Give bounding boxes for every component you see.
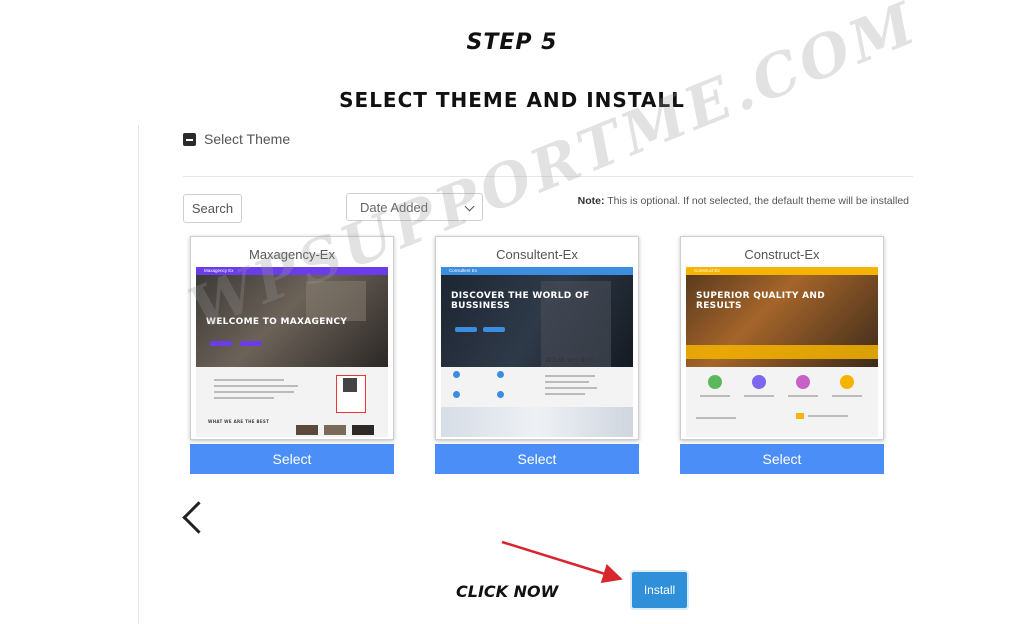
select-theme-button[interactable]: Select [190,444,394,474]
thumb-section-heading: What we do? [545,356,594,364]
theme-card[interactable]: Consultent-Ex Consultent Ex DISCOVER THE… [435,236,639,474]
page-subtitle: SELECT THEME AND INSTALL [339,88,685,112]
chevron-left-icon[interactable] [182,501,215,534]
thumb-hero: WELCOME TO MAXAGENCY [196,275,388,367]
thumb-navbar: Consultent Ex [441,267,633,275]
theme-preview[interactable]: Maxagency-Ex Maxagency Ex WELCOME TO MAX… [190,236,394,440]
theme-card[interactable]: Maxagency-Ex Maxagency Ex WELCOME TO MAX… [190,236,394,474]
theme-preview[interactable]: Construct-Ex Construct Ex SUPERIOR QUALI… [680,236,884,440]
theme-preview[interactable]: Consultent-Ex Consultent Ex DISCOVER THE… [435,236,639,440]
theme-screenshot: Construct Ex SUPERIOR QUALITY AND RESULT… [686,267,878,437]
red-arrow-icon [501,540,623,584]
theme-card[interactable]: Construct-Ex Construct Ex SUPERIOR QUALI… [680,236,884,474]
theme-name: Maxagency-Ex [249,247,335,262]
select-theme-button[interactable]: Select [435,444,639,474]
thumb-hero: DISCOVER THE WORLD OF BUSSINESS [441,275,633,367]
theme-name: Consultent-Ex [496,247,578,262]
section-title: Select Theme [204,131,291,147]
search-button[interactable]: Search [183,194,242,223]
note-text: This is optional. If not selected, the d… [604,195,909,207]
click-now-label: CLICK NOW [456,582,559,601]
thumb-hero: SUPERIOR QUALITY AND RESULTS [686,275,878,367]
thumb-navbar: Maxagency Ex [196,267,388,275]
thumb-brand: Consultent Ex [449,268,478,273]
divider [183,176,913,177]
thumb-headline: DISCOVER THE WORLD OF BUSSINESS [451,291,590,311]
thumb-navbar: Construct Ex [686,267,878,275]
thumb-brand: Maxagency Ex [204,268,234,273]
install-button[interactable]: Install [632,572,687,608]
chevron-down-icon [464,201,475,212]
theme-screenshot: Consultent Ex DISCOVER THE WORLD OF BUSS… [441,267,633,437]
optional-note: Note: This is optional. If not selected,… [578,195,909,207]
sort-select[interactable]: Date Added [346,193,483,221]
sort-select-value: Date Added [360,199,428,215]
thumb-brand: Construct Ex [694,268,720,273]
select-theme-button[interactable]: Select [680,444,884,474]
theme-screenshot: Maxagency Ex WELCOME TO MAXAGENCY WHAT W… [196,267,388,437]
section-header[interactable]: Select Theme [183,131,290,147]
note-label: Note: [577,195,605,207]
thumb-section-heading: WHAT WE ARE THE BEST [208,419,270,424]
thumb-headline: SUPERIOR QUALITY AND RESULTS [696,291,826,311]
step-title: STEP 5 [466,30,558,55]
theme-name: Construct-Ex [744,247,820,262]
collapse-minus-icon[interactable] [183,132,196,146]
thumb-headline: WELCOME TO MAXAGENCY [206,317,348,327]
